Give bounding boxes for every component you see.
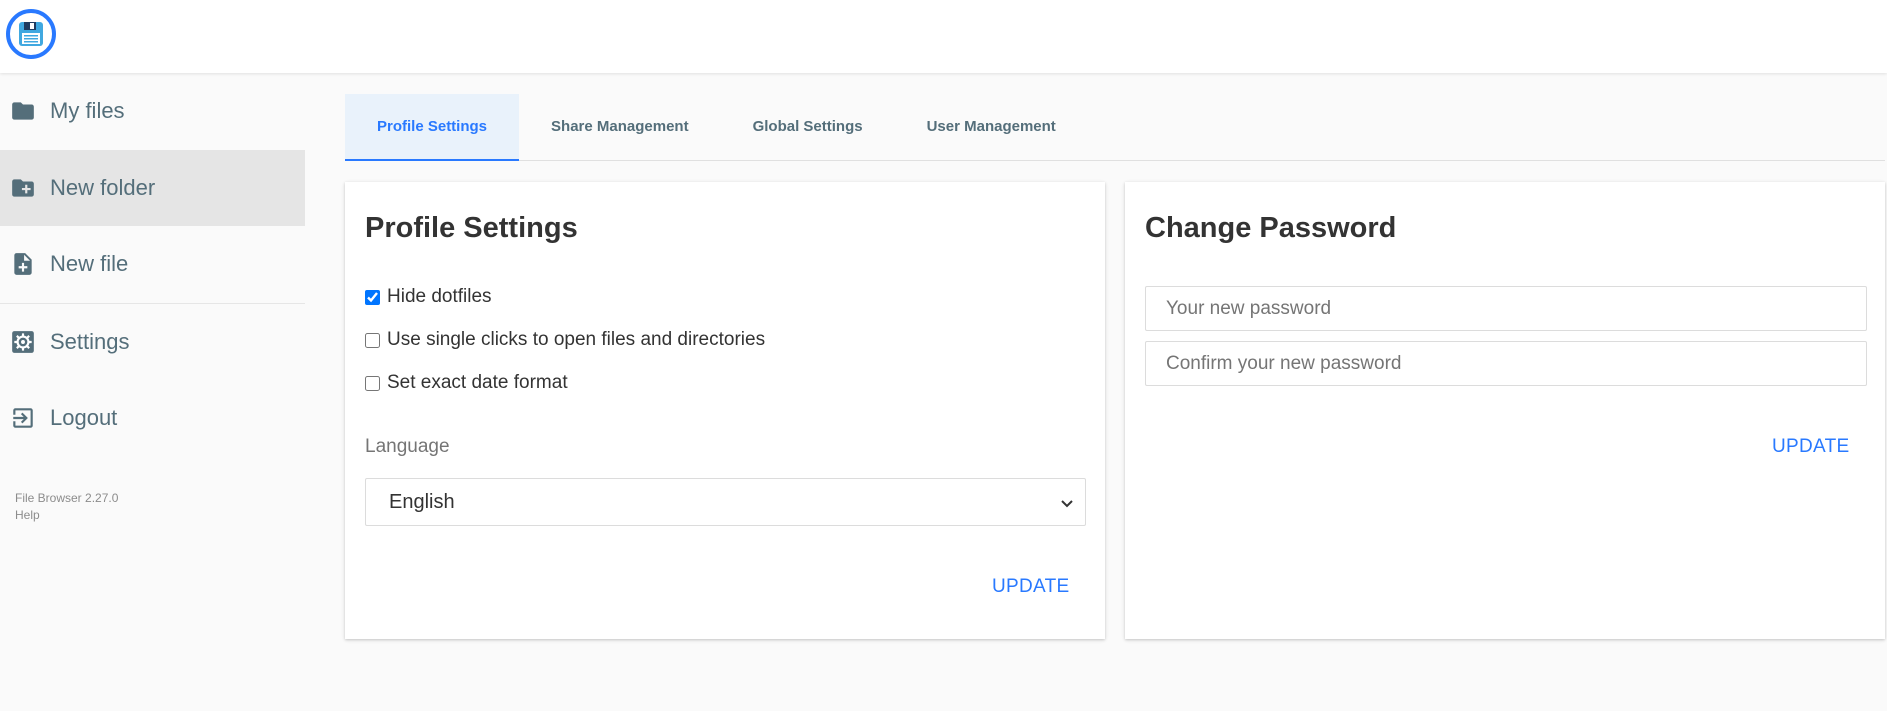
sidebar-item-new-folder[interactable]: New folder [0,150,305,226]
version-text: File Browser 2.27.0 [15,491,119,505]
sidebar-item-settings[interactable]: Settings [0,304,305,380]
tab-profile-settings[interactable]: Profile Settings [345,94,520,161]
change-password-card: Change Password UPDATE [1125,182,1885,639]
hide-dotfiles-option[interactable]: Hide dotfiles [365,286,492,308]
new-password-input[interactable] [1145,286,1867,331]
option-label: Use single clicks to open files and dire… [387,329,766,350]
folder-plus-icon [9,174,37,202]
sidebar: My files New folder New file Settings Lo… [0,73,305,711]
single-click-checkbox[interactable] [365,332,380,348]
settings-tabs: Profile Settings Share Management Global… [345,94,1885,161]
exact-date-checkbox[interactable] [365,375,380,391]
sidebar-item-label: Logout [50,405,118,430]
help-link[interactable]: Help [15,507,118,524]
hide-dotfiles-checkbox[interactable] [365,289,380,305]
confirm-password-input[interactable] [1145,341,1867,386]
card-title: Profile Settings [365,212,578,244]
password-update-button[interactable]: UPDATE [1772,436,1849,458]
sidebar-item-new-file[interactable]: New file [0,226,305,302]
exact-date-option[interactable]: Set exact date format [365,372,568,394]
sidebar-item-label: New file [50,251,129,276]
language-label: Language [365,436,450,457]
language-select-wrapper: English [365,478,1086,526]
language-select[interactable]: English [366,479,1085,525]
logout-icon [9,404,37,432]
profile-settings-card: Profile Settings Hide dotfiles Use singl… [345,182,1105,639]
floppy-disk-icon[interactable] [6,9,56,59]
sidebar-item-label: New folder [50,175,156,200]
sidebar-item-label: Settings [50,329,130,354]
tab-share-management[interactable]: Share Management [519,94,721,161]
sidebar-item-label: My files [50,98,125,123]
file-plus-icon [9,250,37,278]
option-label: Hide dotfiles [387,286,492,307]
sidebar-item-my-files[interactable]: My files [0,73,305,149]
profile-update-button[interactable]: UPDATE [992,576,1069,598]
tab-global-settings[interactable]: Global Settings [721,94,895,161]
card-title: Change Password [1145,212,1397,244]
header-bar [0,0,1887,73]
folder-icon [9,97,37,125]
sidebar-item-logout[interactable]: Logout [0,380,305,456]
footer-info: File Browser 2.27.0 Help [15,490,118,524]
option-label: Set exact date format [387,372,568,393]
tab-user-management[interactable]: User Management [895,94,1088,161]
gear-icon [9,328,37,356]
single-click-option[interactable]: Use single clicks to open files and dire… [365,329,765,351]
